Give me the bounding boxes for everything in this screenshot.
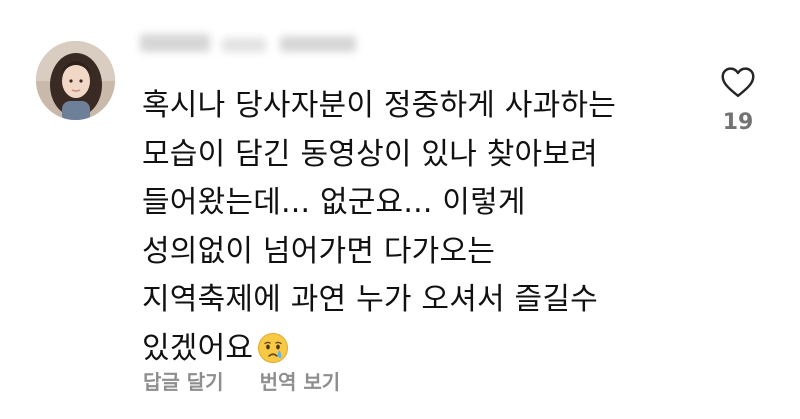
heart-outline-icon[interactable] xyxy=(720,66,756,98)
like-button[interactable]: 19 xyxy=(712,66,764,135)
comment-item: 혹시나 당사자분이 정중하게 사과하는 모습이 담긴 동영상이 있나 찾아보려 … xyxy=(0,0,800,419)
comment-text: 혹시나 당사자분이 정중하게 사과하는 모습이 담긴 동영상이 있나 찾아보려 … xyxy=(142,82,702,373)
reply-button[interactable]: 답글 달기 xyxy=(143,366,224,395)
translate-button[interactable]: 번역 보기 xyxy=(260,366,341,395)
comment-actions: 답글 달기 번역 보기 xyxy=(143,366,340,395)
comment-line: 지역축제에 과연 누가 오셔서 즐길수 xyxy=(142,282,598,317)
comment-line: 있겠어요 xyxy=(142,330,254,366)
comment-line: 혹시나 당사자분이 정중하게 사과하는 xyxy=(142,88,617,123)
avatar-photo xyxy=(36,41,115,120)
avatar[interactable] xyxy=(36,41,115,120)
comment-line: 성의없이 넘어가면 다가오는 xyxy=(142,233,496,269)
username-blurred[interactable] xyxy=(140,26,380,60)
comment-line: 모습이 담긴 동영상이 있나 찾아보려 xyxy=(142,136,598,172)
like-count: 19 xyxy=(722,110,754,135)
comment-line: 들어왔는데... 없군요... 이렇게 xyxy=(142,185,526,220)
crying-face-emoji-icon xyxy=(258,332,289,363)
